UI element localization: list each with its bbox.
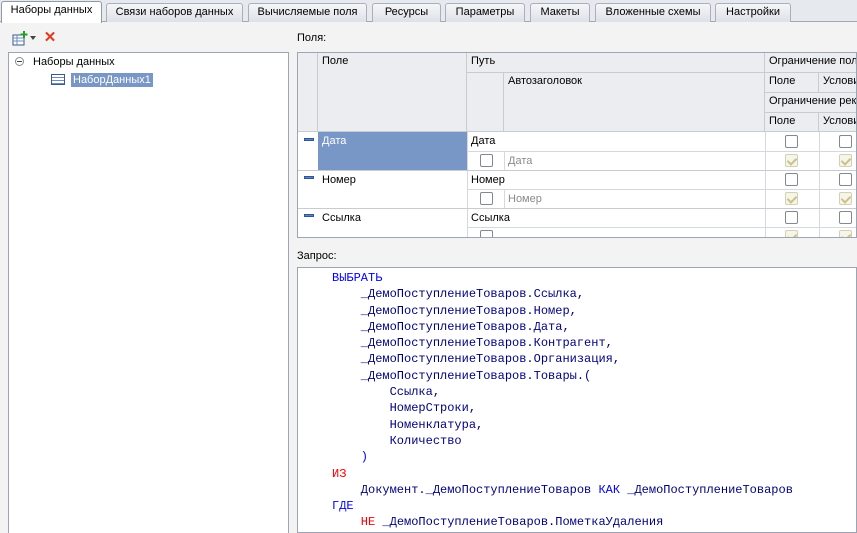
- tab-data-set-links[interactable]: Связи наборов данных: [106, 3, 243, 22]
- row-marker-icon: [304, 214, 314, 217]
- query-line: ИЗ: [332, 466, 347, 481]
- fields-table[interactable]: Поле Путь Автозаголовок Ограничение поля…: [297, 52, 857, 238]
- header-field-restriction[interactable]: Ограничение поля: [765, 53, 856, 73]
- query-line: Количество: [332, 433, 462, 448]
- query-keyword: КАК: [598, 482, 621, 497]
- tree-toolbar: ✕: [8, 30, 68, 48]
- fr-field-checkbox[interactable]: [785, 135, 798, 148]
- header-dr-field[interactable]: Поле: [765, 113, 819, 132]
- field-name-cell[interactable]: Номер: [318, 170, 467, 208]
- path-cell[interactable]: Номер: [467, 170, 765, 189]
- divider: [819, 132, 820, 237]
- fr-condition-checkbox[interactable]: [839, 135, 852, 148]
- query-line: _ДемоПоступлениеТоваров.ПометкаУдаления: [375, 515, 664, 530]
- tab-layouts[interactable]: Макеты: [530, 3, 590, 22]
- data-set-details: Поля: Поле Путь Автозаголовок Ограничени…: [290, 23, 857, 533]
- fields-label: Поля:: [297, 32, 327, 44]
- fr-condition-checkbox[interactable]: [839, 173, 852, 186]
- query-line: ): [332, 450, 369, 465]
- delete-icon[interactable]: ✕: [42, 30, 58, 46]
- header-fr-condition[interactable]: Условие: [819, 73, 856, 93]
- dr-condition-checkbox[interactable]: [839, 230, 852, 237]
- path-cell[interactable]: Дата: [467, 132, 765, 151]
- collapse-icon[interactable]: [15, 56, 24, 66]
- tree-root-node[interactable]: Наборы данных: [15, 56, 115, 72]
- tab-parameters[interactable]: Параметры: [445, 3, 525, 22]
- tab-data-sets[interactable]: Наборы данных: [1, 1, 102, 23]
- header-dr-condition[interactable]: Условие: [819, 113, 856, 132]
- tree-node-label: НаборДанных1: [71, 73, 153, 87]
- chevron-down-icon[interactable]: [30, 36, 36, 40]
- query-line: _ДемоПоступлениеТоваров.Номер,: [332, 303, 577, 318]
- query-line: _ДемоПоступлениеТоваров.Дата,: [332, 319, 570, 334]
- dr-field-checkbox[interactable]: [785, 154, 798, 167]
- tab-bar: Наборы данных Связи наборов данных Вычис…: [0, 0, 857, 23]
- tree-root-label: Наборы данных: [33, 56, 115, 68]
- autotitle-checkbox[interactable]: [480, 192, 493, 205]
- tree-node-dataset1[interactable]: НаборДанных1: [51, 73, 153, 90]
- fr-field-checkbox[interactable]: [785, 173, 798, 186]
- header-fr-field[interactable]: Поле: [765, 73, 819, 93]
- dr-condition-checkbox[interactable]: [839, 192, 852, 205]
- tab-resources[interactable]: Ресурсы: [372, 3, 441, 22]
- fr-condition-checkbox[interactable]: [839, 211, 852, 224]
- data-sets-pane: ✕ Наборы данных НаборДанных1: [0, 23, 290, 533]
- header-field[interactable]: Поле: [318, 53, 467, 132]
- query-line: _ДемоПоступлениеТоваров.Контрагент,: [332, 336, 613, 351]
- title-cell[interactable]: Дата: [504, 152, 765, 170]
- autotitle-checkbox[interactable]: [480, 230, 493, 237]
- fr-field-checkbox[interactable]: [785, 211, 798, 224]
- tab-settings[interactable]: Настройки: [715, 3, 791, 22]
- row-marker-header: [298, 53, 318, 132]
- query-line: Документ._ДемоПоступлениеТоваров: [332, 482, 599, 497]
- query-line: Номенклатура,: [332, 417, 484, 432]
- query-line: ВЫБРАТЬ: [332, 271, 383, 285]
- autotitle-checkbox[interactable]: [480, 154, 493, 167]
- query-label: Запрос:: [297, 250, 337, 262]
- tab-calculated-fields[interactable]: Вычисляемые поля: [248, 3, 367, 22]
- field-name-cell[interactable]: Дата: [318, 132, 467, 170]
- title-cell[interactable]: Номер: [504, 190, 765, 208]
- field-name-cell[interactable]: Ссылка: [318, 208, 467, 237]
- query-line: НомерСтроки,: [332, 401, 477, 416]
- query-line: _ДемоПоступлениеТоваров.Товары.(: [332, 368, 592, 383]
- dr-field-checkbox[interactable]: [785, 230, 798, 237]
- query-line: _ДемоПоступлениеТоваров.Организация,: [332, 352, 621, 367]
- query-keyword: НЕ: [332, 515, 376, 530]
- query-editor[interactable]: ВЫБРАТЬ _ДемоПоступлениеТоваров.Ссылка, …: [297, 267, 857, 533]
- query-text[interactable]: ВЫБРАТЬ _ДемоПоступлениеТоваров.Ссылка, …: [332, 270, 793, 531]
- dr-field-checkbox[interactable]: [785, 192, 798, 205]
- query-line: ГДЕ: [332, 499, 354, 514]
- table-icon: [51, 73, 65, 85]
- tab-nested-schemas[interactable]: Вложенные схемы: [595, 3, 711, 22]
- divider: [765, 132, 766, 237]
- query-line: Ссылка,: [332, 385, 441, 400]
- query-line: _ДемоПоступлениеТоваров.Ссылка,: [332, 287, 585, 302]
- header-path[interactable]: Путь: [467, 53, 765, 73]
- header-autotitle[interactable]: Автозаголовок: [504, 73, 765, 132]
- header-detail-restriction[interactable]: Ограничение реквизитов: [765, 93, 856, 113]
- query-line: _ДемоПоступлениеТоваров: [620, 482, 793, 497]
- dr-condition-checkbox[interactable]: [839, 154, 852, 167]
- header-autotitle-check: [467, 73, 504, 132]
- data-sets-tree[interactable]: Наборы данных НаборДанных1: [8, 52, 289, 533]
- row-marker-icon: [304, 138, 314, 141]
- add-data-set-icon[interactable]: [12, 31, 28, 47]
- row-marker-icon: [304, 176, 314, 179]
- divider: [467, 227, 856, 228]
- path-cell[interactable]: Ссылка: [467, 208, 765, 227]
